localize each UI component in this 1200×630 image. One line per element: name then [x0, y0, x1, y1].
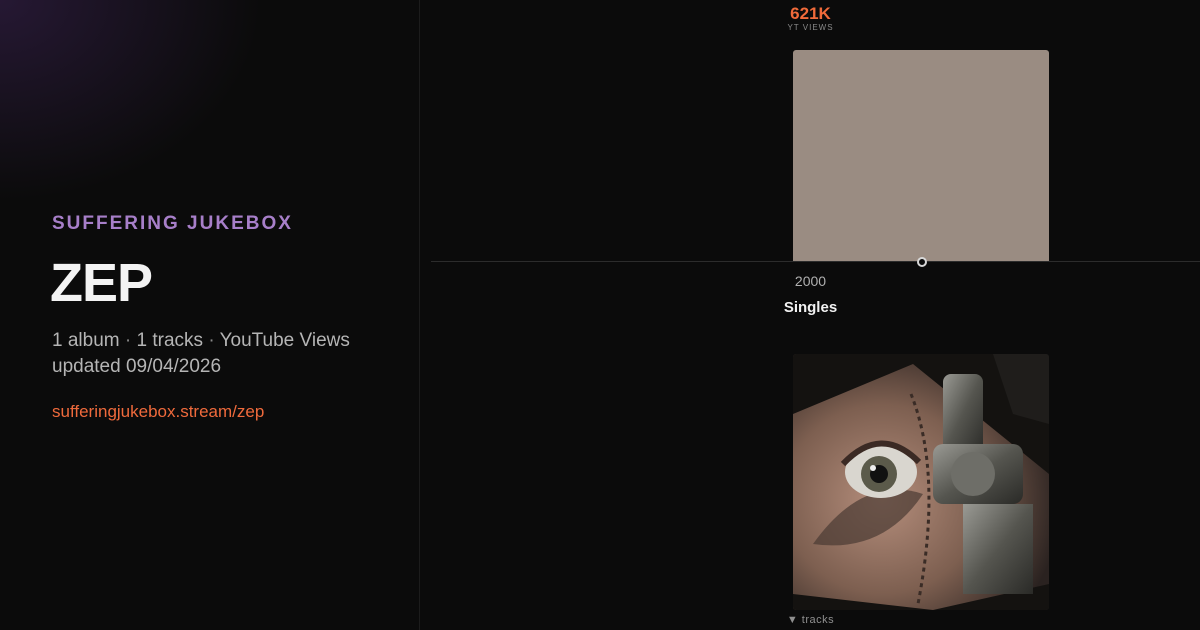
views-caption: YT VIEWS — [787, 23, 834, 32]
updated-date: updated 09/04/2026 — [52, 356, 222, 377]
separator: · — [124, 330, 132, 351]
artist-page-link[interactable]: sufferingjukebox.stream/zep — [52, 402, 264, 422]
brand-title: SUFFERING JUKEBOX — [52, 213, 293, 234]
views-value: 621K — [790, 4, 831, 23]
stats-line: 1 album · 1 tracks · YouTube Views — [52, 328, 350, 354]
artist-name: ZEP — [50, 253, 153, 313]
timeline-axis — [431, 261, 1200, 262]
metric-name: YouTube Views — [219, 330, 350, 351]
tracks-toggle-button[interactable]: ▼ tracks — [421, 614, 1200, 626]
track-count: 1 tracks — [136, 330, 204, 351]
album-title: Singles — [783, 299, 838, 316]
release-year: 2000 — [794, 273, 827, 289]
album-artwork-eye-close-up-icon — [793, 354, 1049, 610]
timeline-marker — [917, 257, 927, 267]
album-count: 1 album — [52, 330, 120, 351]
views-bar — [793, 50, 1049, 261]
separator: · — [208, 330, 215, 351]
artist-info-panel: SUFFERING JUKEBOX ZEP 1 album · 1 tracks… — [0, 0, 420, 630]
album-timeline: 621K YT VIEWS 2000 Singles ▼ tracks — [421, 0, 1200, 630]
album-cover-image[interactable] — [793, 354, 1049, 610]
